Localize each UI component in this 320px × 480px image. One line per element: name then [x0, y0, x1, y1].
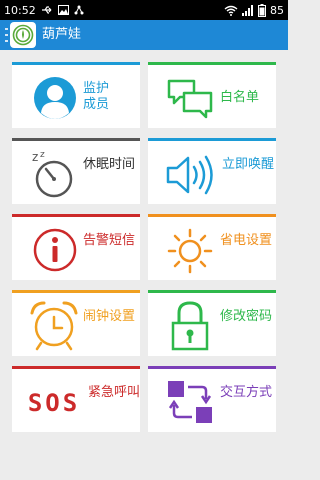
- tile-whitelist[interactable]: 白名单: [148, 62, 276, 128]
- tile-label: 交互方式: [220, 385, 273, 400]
- tile-alarm-clock[interactable]: 闹钟设置: [12, 290, 140, 356]
- app-title: 葫芦娃: [42, 27, 82, 42]
- svg-text:z: z: [40, 150, 45, 160]
- app-bar: 葫芦娃: [0, 20, 288, 50]
- swap-squares-icon: [166, 377, 214, 427]
- share-icon: [74, 5, 84, 15]
- tile-power-save[interactable]: 省电设置: [148, 214, 276, 280]
- tile-alarm-sms[interactable]: 告警短信: [12, 214, 140, 280]
- battery-level: 85: [270, 3, 284, 17]
- image-icon: [57, 5, 69, 15]
- alarm-clock-icon: [28, 299, 80, 353]
- tile-label: 立即唤醒: [222, 157, 275, 172]
- tile-label: 休眠时间: [83, 157, 136, 172]
- usb-icon: [41, 5, 53, 15]
- tile-label: 紧急呼叫: [88, 385, 141, 400]
- status-time: 10:52: [4, 3, 36, 17]
- person-avatar-icon: [32, 75, 78, 121]
- lock-icon: [170, 299, 210, 353]
- tile-sos[interactable]: SOS 紧急呼叫: [12, 366, 140, 432]
- svg-text:SOS: SOS: [28, 389, 80, 417]
- tile-label: 告警短信: [83, 233, 136, 248]
- svg-text:z: z: [32, 150, 38, 164]
- tile-wake-now[interactable]: 立即唤醒: [148, 138, 276, 204]
- feature-grid: 监护成员 白名单 z z 休眠时间 立即唤醒 告警短信 省电设置 闹钟设置 修改…: [0, 50, 288, 480]
- tile-label: 白名单: [220, 90, 260, 105]
- tile-label: 闹钟设置: [83, 309, 136, 324]
- sun-icon: [166, 227, 214, 275]
- tile-label: 监护成员: [83, 81, 110, 112]
- wifi-icon: [224, 5, 238, 16]
- tile-label: 省电设置: [220, 233, 273, 248]
- sleep-clock-icon: z z: [30, 147, 78, 199]
- speaker-icon: [164, 153, 216, 197]
- tile-sleep-time[interactable]: z z 休眠时间: [12, 138, 140, 204]
- status-bar: 10:52 85: [0, 0, 288, 20]
- tile-change-password[interactable]: 修改密码: [148, 290, 276, 356]
- app-logo-icon[interactable]: [10, 22, 36, 48]
- chat-bubbles-icon: [166, 77, 216, 121]
- signal-icon: [242, 4, 254, 16]
- tile-monitor-member[interactable]: 监护成员: [12, 62, 140, 128]
- bottom-spacer: [0, 452, 288, 480]
- tile-label: 修改密码: [220, 309, 273, 324]
- menu-indicator-icon[interactable]: [5, 28, 8, 42]
- sos-icon: SOS: [24, 383, 84, 419]
- info-circle-icon: [32, 227, 78, 273]
- tile-interaction[interactable]: 交互方式: [148, 366, 276, 432]
- battery-icon: [258, 3, 266, 17]
